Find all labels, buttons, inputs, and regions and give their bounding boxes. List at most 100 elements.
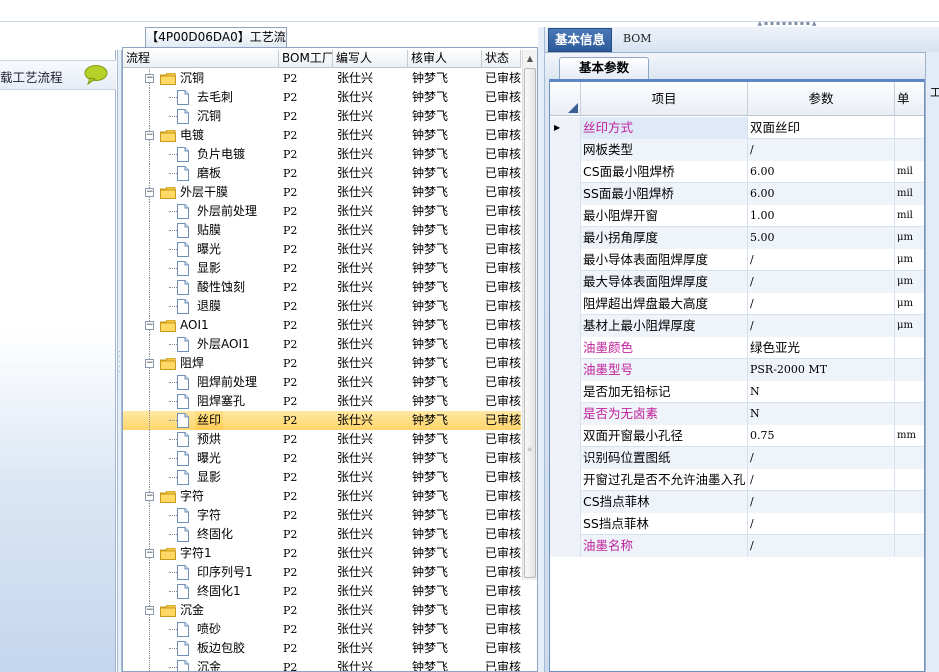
- param-row[interactable]: 是否为无卤素 N: [550, 403, 924, 425]
- tree-row[interactable]: − 阻焊 P2 张仕兴 钟梦飞 已审核: [123, 354, 521, 373]
- param-value[interactable]: 1.00: [748, 205, 895, 227]
- param-row[interactable]: CS挡点菲林 /: [550, 491, 924, 513]
- tree-row[interactable]: 终固化 P2 张仕兴 钟梦飞 已审核: [123, 525, 521, 544]
- param-value[interactable]: /: [748, 315, 895, 337]
- col-header-bom[interactable]: BOM工厂: [279, 50, 333, 67]
- row-indicator[interactable]: [550, 535, 581, 557]
- tree-row[interactable]: 沉铜 P2 张仕兴 钟梦飞 已审核: [123, 107, 521, 126]
- param-row[interactable]: 最小阻焊开窗 1.00 mil: [550, 205, 924, 227]
- tree-row[interactable]: 丝印 P2 张仕兴 钟梦飞 已审核: [123, 411, 521, 430]
- tree-row[interactable]: − 沉铜 P2 张仕兴 钟梦飞 已审核: [123, 69, 521, 88]
- tree-node[interactable]: 板边包胶: [123, 639, 279, 658]
- param-value[interactable]: 绿色亚光: [748, 337, 895, 359]
- param-row[interactable]: 网板类型 /: [550, 139, 924, 161]
- scroll-up-icon[interactable]: ▲: [523, 50, 537, 67]
- row-indicator[interactable]: [550, 183, 581, 205]
- tree-node[interactable]: − 电镀: [123, 126, 279, 145]
- tree-row[interactable]: − 字符 P2 张仕兴 钟梦飞 已审核: [123, 487, 521, 506]
- param-row[interactable]: 基材上最小阻焊厚度 / μm: [550, 315, 924, 337]
- col-header-item[interactable]: 项目: [581, 82, 748, 115]
- param-value[interactable]: 0.75: [748, 425, 895, 447]
- tree-row[interactable]: 负片电镀 P2 张仕兴 钟梦飞 已审核: [123, 145, 521, 164]
- param-value[interactable]: /: [748, 469, 895, 491]
- tree-row[interactable]: 磨板 P2 张仕兴 钟梦飞 已审核: [123, 164, 521, 183]
- tree-node[interactable]: − 沉铜: [123, 69, 279, 88]
- param-value[interactable]: /: [748, 271, 895, 293]
- chat-bubble-icon[interactable]: [84, 65, 108, 85]
- collapse-toggle-icon[interactable]: −: [145, 549, 154, 558]
- tree-row[interactable]: 预烘 P2 张仕兴 钟梦飞 已审核: [123, 430, 521, 449]
- tree-node[interactable]: − 阻焊: [123, 354, 279, 373]
- tree-row[interactable]: 阻焊塞孔 P2 张仕兴 钟梦飞 已审核: [123, 392, 521, 411]
- tree-row[interactable]: 曝光 P2 张仕兴 钟梦飞 已审核: [123, 449, 521, 468]
- tree-node[interactable]: 贴膜: [123, 221, 279, 240]
- param-row[interactable]: 油墨颜色 绿色亚光: [550, 337, 924, 359]
- tree-node[interactable]: 终固化: [123, 525, 279, 544]
- param-value[interactable]: N: [748, 403, 895, 425]
- col-header-unit[interactable]: 单: [895, 82, 924, 115]
- tree-node[interactable]: 外层前处理: [123, 202, 279, 221]
- tree-row[interactable]: 曝光 P2 张仕兴 钟梦飞 已审核: [123, 240, 521, 259]
- tree-row[interactable]: 板边包胶 P2 张仕兴 钟梦飞 已审核: [123, 639, 521, 658]
- tree-node[interactable]: − 字符: [123, 487, 279, 506]
- row-indicator[interactable]: [550, 161, 581, 183]
- tree-row[interactable]: 显影 P2 张仕兴 钟梦飞 已审核: [123, 468, 521, 487]
- row-indicator[interactable]: [550, 315, 581, 337]
- collapse-toggle-icon[interactable]: −: [145, 492, 154, 501]
- param-row[interactable]: CS面最小阻焊桥 6.00 mil: [550, 161, 924, 183]
- param-value[interactable]: 5.00: [748, 227, 895, 249]
- tree-node[interactable]: 外层AOI1: [123, 335, 279, 354]
- tab-basic-info[interactable]: 基本信息: [548, 28, 613, 52]
- tree-row[interactable]: 喷砂 P2 张仕兴 钟梦飞 已审核: [123, 620, 521, 639]
- tree-node[interactable]: 曝光: [123, 449, 279, 468]
- row-indicator[interactable]: [550, 491, 581, 513]
- tree-node[interactable]: 显影: [123, 259, 279, 278]
- col-header-status[interactable]: 状态: [482, 50, 521, 67]
- row-indicator[interactable]: [550, 205, 581, 227]
- param-row[interactable]: SS挡点菲林 /: [550, 513, 924, 535]
- param-value[interactable]: /: [748, 491, 895, 513]
- tab-basic-params[interactable]: 基本参数: [559, 57, 649, 79]
- tree-node[interactable]: 阻焊前处理: [123, 373, 279, 392]
- tree-node[interactable]: 预烘: [123, 430, 279, 449]
- row-indicator[interactable]: [550, 249, 581, 271]
- param-row[interactable]: 阻焊超出焊盘最大高度 / μm: [550, 293, 924, 315]
- tab-bom[interactable]: BOM: [617, 28, 658, 52]
- param-value[interactable]: /: [748, 513, 895, 535]
- tree-row[interactable]: 显影 P2 张仕兴 钟梦飞 已审核: [123, 259, 521, 278]
- tree-row[interactable]: 字符 P2 张仕兴 钟梦飞 已审核: [123, 506, 521, 525]
- collapse-toggle-icon[interactable]: −: [145, 74, 154, 83]
- row-indicator[interactable]: [550, 469, 581, 491]
- param-value[interactable]: 双面丝印: [748, 117, 895, 139]
- param-row[interactable]: 开窗过孔是否不允许油墨入孔 /: [550, 469, 924, 491]
- tree-node[interactable]: 沉铜: [123, 107, 279, 126]
- tree-row[interactable]: 去毛刺 P2 张仕兴 钟梦飞 已审核: [123, 88, 521, 107]
- col-header-value[interactable]: 参数: [748, 82, 895, 115]
- collapse-toggle-icon[interactable]: −: [145, 321, 154, 330]
- collapse-toggle-icon[interactable]: −: [145, 188, 154, 197]
- param-value[interactable]: /: [748, 249, 895, 271]
- tree-row[interactable]: 外层前处理 P2 张仕兴 钟梦飞 已审核: [123, 202, 521, 221]
- row-indicator[interactable]: [550, 403, 581, 425]
- tree-node[interactable]: − 沉金: [123, 601, 279, 620]
- col-header-writer[interactable]: 编写人: [333, 50, 408, 67]
- tree-row[interactable]: − 电镀 P2 张仕兴 钟梦飞 已审核: [123, 126, 521, 145]
- collapse-toggle-icon[interactable]: −: [145, 359, 154, 368]
- param-value[interactable]: /: [748, 447, 895, 469]
- tree-node[interactable]: 阻焊塞孔: [123, 392, 279, 411]
- param-value[interactable]: /: [748, 535, 895, 557]
- param-row[interactable]: ▶ 丝印方式 双面丝印: [550, 117, 924, 139]
- param-row[interactable]: 双面开窗最小孔径 0.75 mm: [550, 425, 924, 447]
- tree-scrollbar[interactable]: ▲ ≡: [522, 50, 537, 580]
- tree-row[interactable]: − AOI1 P2 张仕兴 钟梦飞 已审核: [123, 316, 521, 335]
- param-value[interactable]: N: [748, 381, 895, 403]
- tree-node[interactable]: 去毛刺: [123, 88, 279, 107]
- row-indicator[interactable]: [550, 227, 581, 249]
- tree-node[interactable]: 显影: [123, 468, 279, 487]
- current-row-arrow-icon[interactable]: ▶: [550, 117, 581, 139]
- param-row[interactable]: 是否加无铅标记 N: [550, 381, 924, 403]
- tree-node[interactable]: 沉金: [123, 658, 279, 671]
- tree-node[interactable]: − 外层干膜: [123, 183, 279, 202]
- tree-node[interactable]: 喷砂: [123, 620, 279, 639]
- param-row[interactable]: 油墨型号 PSR-2000 MT: [550, 359, 924, 381]
